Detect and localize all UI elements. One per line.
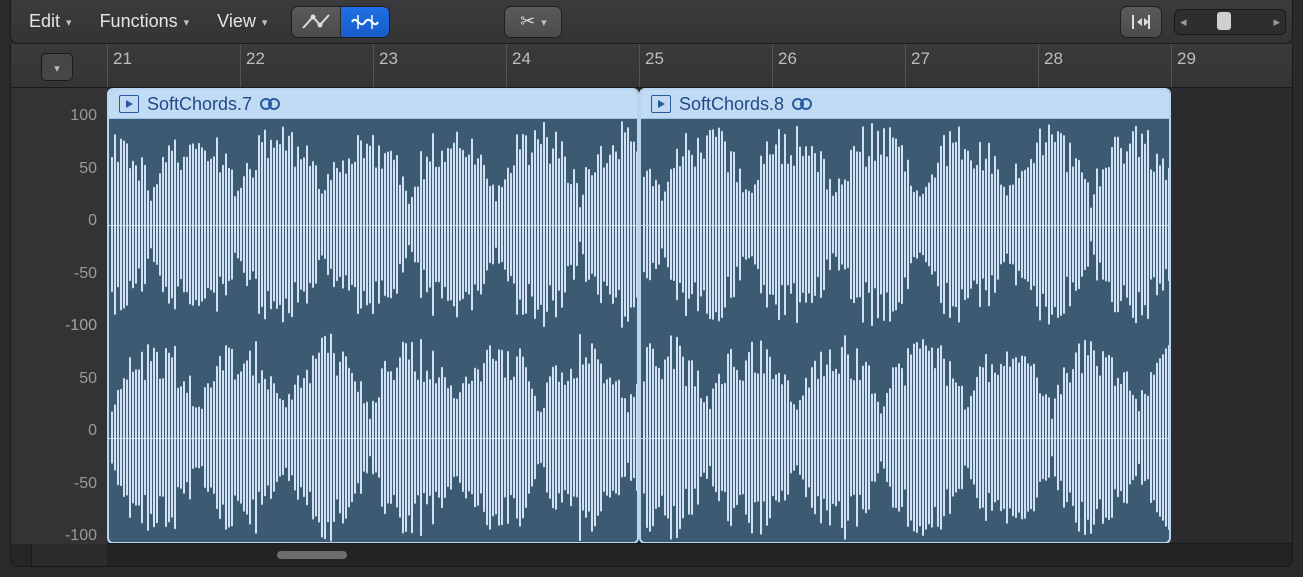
waveform-area[interactable]: SoftChords.7 SoftChords.8 — [107, 88, 1292, 544]
flex-icon — [350, 13, 380, 31]
functions-menu-label: Functions — [100, 11, 178, 32]
waveform-channel — [109, 118, 637, 331]
editor-menubar: Edit ▾ Functions ▾ View ▾ ✂ — [10, 0, 1293, 44]
region-name: SoftChords.8 — [679, 94, 784, 115]
ruler-tick: 25 — [639, 44, 664, 87]
flex-mode-button[interactable] — [341, 7, 389, 37]
ruler-tick: 23 — [373, 44, 398, 87]
waveform-zero-line — [641, 438, 1169, 439]
edit-menu-label: Edit — [29, 11, 60, 32]
audio-editor-body: 100500-50-100 100500-50-100 SoftChords.7… — [10, 88, 1293, 567]
region-header[interactable]: SoftChords.8 — [641, 90, 1169, 119]
axis-tick-label: -50 — [74, 475, 97, 493]
axis-tick-label: -100 — [65, 527, 97, 545]
scissors-icon: ✂ — [520, 11, 535, 32]
ruler-tick: 28 — [1038, 44, 1063, 87]
tool-selector[interactable]: ✂ ▾ — [504, 6, 562, 38]
horizontal-scrollbar[interactable] — [107, 543, 1292, 566]
audio-region[interactable]: SoftChords.8 — [639, 88, 1171, 544]
catch-playhead-icon — [1130, 13, 1152, 31]
zoom-out-icon: ◂ — [1180, 14, 1187, 30]
play-region-icon[interactable] — [119, 95, 139, 113]
chevron-down-icon: ▾ — [184, 16, 190, 29]
ruler-bar-number: 27 — [911, 49, 930, 68]
axis-tick-label: 0 — [88, 422, 97, 440]
chevron-down-icon: ▾ — [66, 16, 72, 29]
waveform-channel — [109, 331, 637, 544]
region-name: SoftChords.7 — [147, 94, 252, 115]
chevron-down-icon: ▾ — [54, 62, 60, 75]
ruler-bar-number: 28 — [1044, 49, 1063, 68]
ruler-tick: 24 — [506, 44, 531, 87]
waveform-zero-line — [641, 225, 1169, 226]
ruler-bar-number: 24 — [512, 49, 531, 68]
zoom-slider-knob[interactable] — [1217, 12, 1231, 30]
automation-icon — [302, 13, 330, 31]
chevron-down-icon: ▾ — [262, 16, 268, 29]
ruler-bar-number: 21 — [113, 49, 132, 68]
waveform-channel — [641, 331, 1169, 544]
automation-mode-button[interactable] — [292, 7, 341, 37]
ruler-bar-number: 23 — [379, 49, 398, 68]
axis-tick-label: 100 — [70, 107, 97, 125]
ruler-tick: 27 — [905, 44, 930, 87]
ruler-tick: 21 — [107, 44, 132, 87]
waveform-zero-line — [109, 438, 637, 439]
ruler-options-button[interactable]: ▾ — [41, 53, 73, 81]
view-menu-label: View — [217, 11, 256, 32]
zoom-in-icon: ▸ — [1273, 14, 1280, 30]
loop-icon — [792, 96, 812, 112]
functions-menu[interactable]: Functions ▾ — [88, 6, 202, 37]
ruler-bar-number: 25 — [645, 49, 664, 68]
axis-tick-label: 50 — [79, 160, 97, 178]
axis-tick-label: 0 — [88, 212, 97, 230]
waveform-channel — [641, 118, 1169, 331]
ruler-tick: 22 — [240, 44, 265, 87]
horizontal-zoom-slider[interactable]: ◂ ▸ — [1174, 9, 1286, 35]
ruler-tick: 26 — [772, 44, 797, 87]
ruler-tick: 29 — [1171, 44, 1196, 87]
ruler-bar-number: 22 — [246, 49, 265, 68]
audio-region[interactable]: SoftChords.7 — [107, 88, 639, 544]
loop-icon — [260, 96, 280, 112]
ruler-bar-number: 29 — [1177, 49, 1196, 68]
play-region-icon[interactable] — [651, 95, 671, 113]
scrollbar-thumb[interactable] — [277, 551, 347, 559]
axis-tick-label: 50 — [79, 370, 97, 388]
edit-menu[interactable]: Edit ▾ — [17, 6, 84, 37]
axis-tick-label: 100 — [70, 317, 97, 335]
region-header[interactable]: SoftChords.7 — [109, 90, 637, 119]
bar-ruler[interactable]: ▾ 21 22 23 24 25 26 27 28 29 — [10, 44, 1293, 88]
view-menu[interactable]: View ▾ — [205, 6, 279, 37]
ruler-bar-number: 26 — [778, 49, 797, 68]
waveform-zero-line — [109, 225, 637, 226]
catch-playhead-button[interactable] — [1120, 6, 1162, 38]
chevron-down-icon: ▾ — [541, 16, 547, 29]
scissors-tool-button[interactable]: ✂ ▾ — [505, 7, 561, 37]
amplitude-axis: 100500-50-100 100500-50-100 — [11, 88, 108, 544]
mode-toggle-group — [291, 6, 390, 38]
axis-tick-label: -50 — [74, 265, 97, 283]
